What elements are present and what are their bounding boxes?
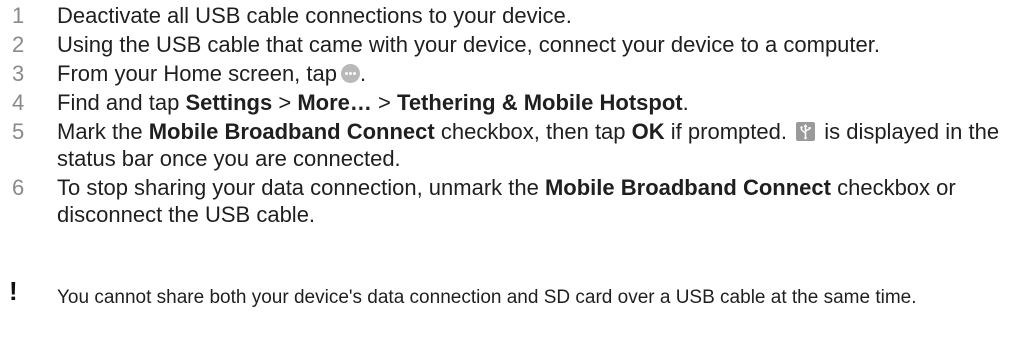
apps-icon <box>340 64 360 83</box>
note-text: You cannot share both your device's data… <box>57 287 917 308</box>
menu-tethering: Tethering & Mobile Hotspot <box>397 90 683 115</box>
step-number: 5 <box>12 119 25 144</box>
exclamation-icon: ! <box>9 276 18 306</box>
separator: > <box>278 90 292 115</box>
step-text: To stop sharing your data connection, un… <box>57 175 539 200</box>
step-5: 5 Mark the Mobile Broadband Connect chec… <box>0 118 1031 172</box>
step-number: 3 <box>12 61 25 86</box>
step-6: 6 To stop sharing your data connection, … <box>0 174 1031 228</box>
step-text: From your Home screen, tap <box>57 61 337 86</box>
setting-mobile-broadband-connect: Mobile Broadband Connect <box>544 175 831 200</box>
step-text-end: . <box>682 90 689 115</box>
steps-list: 1 Deactivate all USB cable connections t… <box>0 0 1031 228</box>
step-3: 3 From your Home screen, tap. <box>0 60 1031 87</box>
step-1: 1 Deactivate all USB cable connections t… <box>0 2 1031 29</box>
step-text: checkbox, then tap <box>440 119 626 144</box>
separator: > <box>378 90 391 115</box>
step-number: 6 <box>12 175 25 200</box>
step-number: 4 <box>12 90 25 115</box>
menu-more: More… <box>297 90 372 115</box>
step-number: 2 <box>12 32 25 57</box>
step-4: 4 Find and tap Settings > More… > Tether… <box>0 89 1031 116</box>
step-text: Mark the <box>57 119 143 144</box>
usb-tethering-icon <box>796 122 816 141</box>
menu-settings: Settings <box>185 90 273 115</box>
ok-label: OK <box>631 119 665 144</box>
step-text-end: . <box>359 61 367 86</box>
step-text: Deactivate all USB cable connections to … <box>57 3 572 28</box>
step-2: 2 Using the USB cable that came with you… <box>0 31 1031 58</box>
step-text: Using the USB cable that came with your … <box>57 32 880 57</box>
step-number: 1 <box>12 3 25 28</box>
step-text: if prompted. <box>670 119 787 144</box>
step-text: Find and tap <box>57 90 180 115</box>
setting-mobile-broadband-connect: Mobile Broadband Connect <box>148 119 435 144</box>
